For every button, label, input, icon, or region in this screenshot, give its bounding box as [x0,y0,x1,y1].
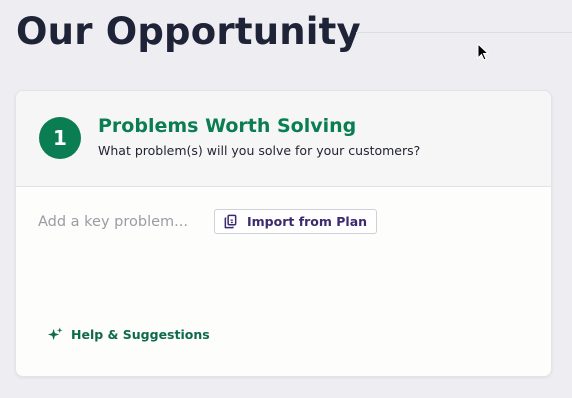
section-subtitle: What problem(s) will you solve for your … [98,143,421,158]
mouse-cursor-icon [477,43,489,61]
help-suggestions-link[interactable]: Help & Suggestions [47,326,210,343]
help-suggestions-label: Help & Suggestions [71,327,210,342]
section-title: Problems Worth Solving [98,115,357,137]
copy-document-icon [224,214,237,229]
page-title: Our Opportunity [16,10,361,53]
sparkle-icon [47,327,63,341]
import-from-plan-label: Import from Plan [247,214,368,229]
title-divider [356,32,572,33]
step-number-badge: 1 [39,117,81,159]
import-from-plan-button[interactable]: Import from Plan [214,209,378,234]
problems-card: 1 Problems Worth Solving What problem(s)… [15,90,552,377]
key-problem-input[interactable] [38,212,206,232]
page: Our Opportunity 1 Problems Worth Solving… [0,0,572,398]
card-header: 1 Problems Worth Solving What problem(s)… [16,91,551,187]
